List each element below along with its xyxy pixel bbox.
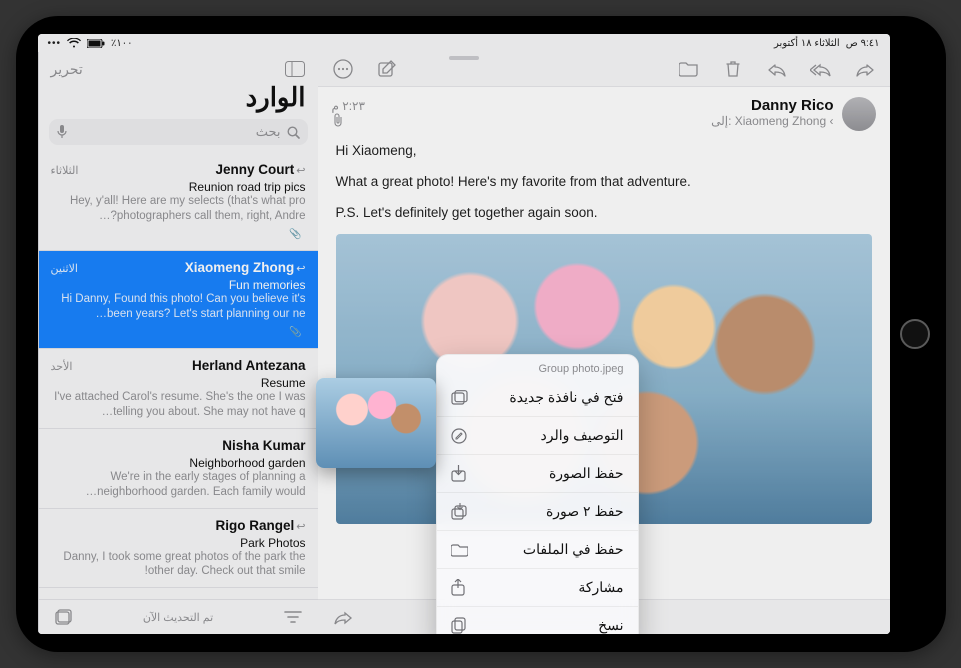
list-sender: Herland Antezana	[192, 358, 306, 373]
save-icon	[451, 465, 466, 482]
to-recipient[interactable]: Xiaomeng Zhong	[735, 114, 826, 128]
folder-icon	[451, 543, 468, 557]
multitask-grabber[interactable]	[449, 56, 479, 60]
body-line: Hi Xiaomeng,	[336, 141, 872, 162]
menu-item-label: حفظ الصورة	[549, 465, 624, 482]
message-list: ↩︎Jenny CourtالثلاثاءReunion road trip p…	[39, 153, 318, 599]
list-date: الاثنين	[51, 262, 78, 275]
menu-item-label: مشاركة	[578, 579, 623, 596]
list-subject: Reunion road trip pics	[51, 180, 306, 194]
list-date: الثلاثاء	[51, 164, 79, 177]
list-sender: Xiaomeng Zhong	[185, 260, 295, 275]
attachment-icon: 📎	[289, 229, 301, 240]
avatar[interactable]	[842, 97, 876, 131]
attachment-icon: 📎	[289, 327, 301, 338]
mailbox-title: الوارد	[39, 82, 318, 119]
to-label: إلى:	[711, 114, 731, 128]
copy-icon	[451, 617, 466, 634]
menu-item[interactable]: التوصيف والرد	[437, 416, 638, 454]
status-date: الثلاثاء ١٨ أكتوبر	[774, 38, 840, 49]
reply-icon[interactable]	[766, 58, 788, 80]
list-item[interactable]: ↩︎Xiaomeng Zhong الاثنين Fun memoriesHi Da…	[39, 251, 318, 349]
list-preview: Danny, I took some great photos of the p…	[51, 550, 306, 580]
compose-icon-bottom[interactable]	[53, 606, 75, 628]
wifi-icon	[67, 38, 81, 48]
more-icon[interactable]	[332, 58, 354, 80]
forward-icon[interactable]	[854, 58, 876, 80]
reply-indicator-icon: ↩︎	[296, 263, 305, 275]
chevron-left-icon: ‹	[830, 114, 834, 128]
menu-item[interactable]: حفظ ٢ صورة	[437, 492, 638, 530]
context-popover: Group photo.jpeg فتح في نافذة جديدة التوص…	[334, 354, 639, 634]
more-icon: •••	[48, 38, 62, 49]
body-line: What a great photo! Here's my favorite f…	[336, 172, 872, 193]
menu-item-label: التوصيف والرد	[541, 427, 624, 444]
status-bar: ٩:٤١ ص الثلاثاء ١٨ أكتوبر ١٠٠٪ •••	[38, 34, 890, 52]
menu-item-label: نسخ	[598, 617, 623, 634]
menu-item[interactable]: نسخ	[437, 606, 638, 634]
menu-item-label: حفظ في الملفات	[523, 541, 624, 558]
list-item[interactable]: Herland Antezana الأحد ResumeI've attached…	[39, 349, 318, 429]
search-icon	[287, 126, 300, 139]
window-icon	[451, 390, 468, 405]
battery-pct: ١٠٠٪	[111, 38, 133, 49]
message-sender[interactable]: Danny Rico	[373, 97, 834, 114]
context-thumbnail[interactable]	[316, 378, 436, 468]
menu-item-label: فتح في نافذة جديدة	[509, 389, 623, 406]
list-subject: Fun memories	[51, 278, 306, 292]
markup-icon	[451, 428, 467, 444]
context-filename: Group photo.jpeg	[437, 355, 638, 379]
status-time: ٩:٤١ ص	[846, 38, 880, 49]
battery-icon	[87, 39, 105, 48]
sidebar-toggle-icon[interactable]	[284, 58, 306, 80]
list-subject: Park Photos	[51, 536, 306, 550]
reply-indicator-icon: ↩︎	[296, 521, 305, 533]
share-icon	[451, 579, 465, 596]
search-input[interactable]: بحث	[49, 119, 308, 145]
list-preview: We're in the early stages of planning a …	[51, 470, 306, 500]
menu-item[interactable]: مشاركة	[437, 568, 638, 606]
search-placeholder: بحث	[256, 124, 281, 140]
reader-toolbar	[318, 52, 890, 87]
context-menu: Group photo.jpeg فتح في نافذة جديدة التوص…	[436, 354, 639, 634]
list-preview: Hey, y'all! Here are my selects (that's …	[51, 194, 306, 224]
screen: ٩:٤١ ص الثلاثاء ١٨ أكتوبر ١٠٠٪ •••	[38, 34, 890, 634]
menu-item-label: حفظ ٢ صورة	[546, 503, 624, 520]
list-item[interactable]: ↩︎Jenny Court الثلاثاء Reunion road trip p…	[39, 153, 318, 251]
dictate-icon[interactable]	[57, 125, 67, 139]
list-subject: Neighborhood garden	[51, 456, 306, 470]
reply-indicator-icon: ↩︎	[296, 165, 305, 177]
list-preview: I've attached Carol's resume. She's the …	[51, 390, 306, 420]
list-item[interactable]: Nisha Kumar Neighborhood gardenWe're in t…	[39, 429, 318, 509]
list-subject: Resume	[51, 376, 306, 390]
reply-all-icon[interactable]	[810, 58, 832, 80]
updated-text: تم التحديث الآن	[143, 611, 213, 624]
message-time: ٢:٢٣ م	[332, 99, 365, 113]
list-sender: Jenny Court	[216, 162, 295, 177]
home-button[interactable]	[900, 319, 930, 349]
filter-icon[interactable]	[282, 606, 304, 628]
ipad-frame: ٩:٤١ ص الثلاثاء ١٨ أكتوبر ١٠٠٪ •••	[16, 16, 946, 652]
trash-icon[interactable]	[722, 58, 744, 80]
list-sender: Nisha Kumar	[222, 438, 305, 453]
edit-button[interactable]: تحرير	[51, 61, 83, 78]
menu-item[interactable]: حفظ في الملفات	[437, 530, 638, 568]
list-item[interactable]: Antonio ManriquezSend photos please!Dann…	[39, 588, 318, 599]
save-multi-icon	[451, 503, 468, 520]
mailbox-sidebar: تحرير الوارد بحث ↩︎Jenny CourtالثلاثاءRe	[38, 52, 318, 634]
menu-item[interactable]: حفظ الصورة	[437, 454, 638, 492]
compose-icon[interactable]	[376, 58, 398, 80]
move-icon[interactable]	[678, 58, 700, 80]
menu-item[interactable]: فتح في نافذة جديدة	[437, 379, 638, 416]
body-line: P.S. Let's definitely get together again…	[336, 203, 872, 224]
message-header: ٢:٢٣ م Danny Rico إلى: Xiaomeng Zhong ‹	[318, 87, 890, 137]
list-sender: Rigo Rangel	[216, 518, 295, 533]
attachment-icon	[332, 113, 365, 127]
list-item[interactable]: ↩︎Rigo Rangel Park PhotosDanny, I took so…	[39, 509, 318, 589]
list-date: الأحد	[51, 360, 73, 373]
list-preview: Hi Danny, Found this photo! Can you beli…	[51, 292, 306, 322]
